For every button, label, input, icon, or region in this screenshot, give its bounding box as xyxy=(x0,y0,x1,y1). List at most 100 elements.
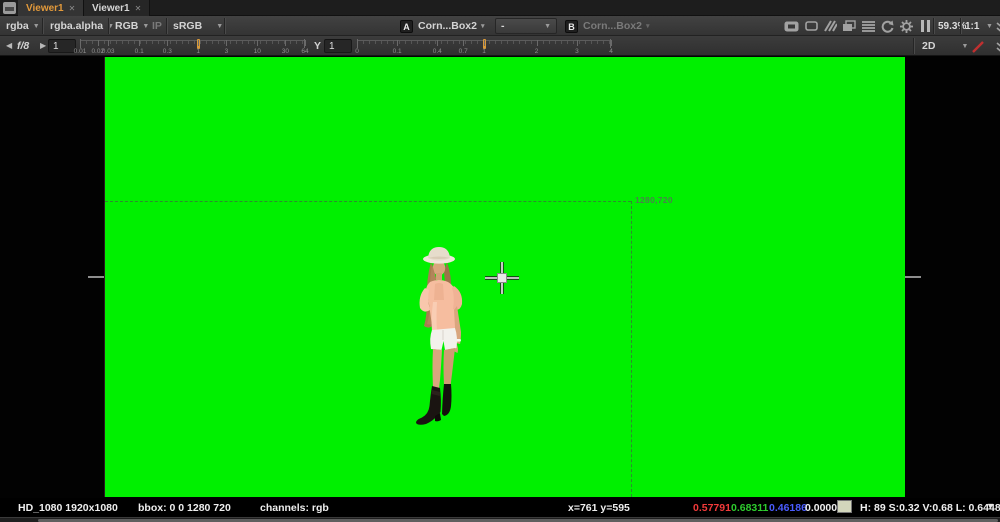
a-input-value: Corn...Box2 xyxy=(418,20,477,32)
viewer-viewport[interactable]: 1280,720 xyxy=(0,56,1000,498)
viewer-lut-value: sRGB xyxy=(173,20,202,32)
tab-close-icon[interactable]: ✕ xyxy=(135,4,142,13)
slider-tick-label: 4 xyxy=(609,48,613,55)
channels-dropdown[interactable]: rgba▼ xyxy=(6,16,40,36)
slider-major-tick xyxy=(139,40,140,46)
proxy-stripes-icon[interactable] xyxy=(822,19,838,33)
bbox-info: bbox: 0 0 1280 720 xyxy=(138,502,231,514)
viewer-lut-dropdown[interactable]: sRGB▼ xyxy=(173,16,223,36)
separator xyxy=(960,18,961,34)
gamma-input[interactable]: 1 xyxy=(324,39,352,53)
layer-dropdown[interactable]: rgba.alpha▼ xyxy=(50,16,114,36)
slider-tick-label: 64 xyxy=(301,48,308,55)
slider-tick-label: 0.1 xyxy=(135,48,144,55)
refresh-icon[interactable] xyxy=(879,19,895,33)
slider-major-tick xyxy=(108,40,109,46)
frame-handle-left[interactable] xyxy=(88,276,104,278)
display-channels-value: RGB xyxy=(115,20,138,32)
channels-info: channels: rgb xyxy=(260,502,329,514)
gain-input[interactable]: 1 xyxy=(48,39,76,53)
gamma-tick-labels: 00.10.40.71234 xyxy=(357,39,611,56)
stacked-frames-icon[interactable] xyxy=(841,19,857,33)
collapse-chevrons-icon[interactable] xyxy=(992,20,1000,34)
scanlines-icon[interactable] xyxy=(860,19,876,33)
a-input-badge: A xyxy=(400,20,413,33)
slider-major-tick xyxy=(226,40,227,46)
separator xyxy=(913,38,914,54)
slider-major-tick xyxy=(577,40,578,46)
chevron-down-icon: ▼ xyxy=(961,43,968,50)
pixel-value-blue: 0.46186 xyxy=(769,502,807,514)
color-swatch xyxy=(837,500,852,513)
gain-tick-labels: 0.010.020.030.10.313103064 xyxy=(80,39,305,56)
frame-handle-right[interactable] xyxy=(905,276,921,278)
panel-menu-icon[interactable] xyxy=(3,2,16,14)
ab-blend-value: - xyxy=(501,20,505,32)
slider-tick-label: 10 xyxy=(254,48,261,55)
crosshair-cursor xyxy=(485,262,519,294)
slider-major-tick xyxy=(537,40,538,46)
a-input-dropdown[interactable]: Corn...Box2▾ xyxy=(418,16,484,36)
nuke-viewer-window: Viewer1 ✕ Viewer1 ✕ rgba▼ rgba.alpha▼ RG… xyxy=(0,0,1000,522)
gamma-slider[interactable]: 00.10.40.71234 xyxy=(357,39,611,56)
gear-icon[interactable] xyxy=(898,19,914,33)
roi-stroke-icon[interactable] xyxy=(970,40,986,54)
slider-tick-label: 2 xyxy=(535,48,539,55)
pause-icon[interactable] xyxy=(917,19,933,33)
collapse-chevrons-icon[interactable] xyxy=(992,40,1000,54)
slider-major-tick xyxy=(437,40,438,46)
separator xyxy=(42,18,43,34)
tab-close-icon[interactable]: ✕ xyxy=(69,4,76,13)
status-bar: HD_1080 1920x1080 bbox: 0 0 1280 720 cha… xyxy=(0,498,1000,517)
bbox-top-dashed-line xyxy=(105,201,631,202)
display-channels-dropdown[interactable]: RGB ▼ xyxy=(115,16,149,36)
slider-tick-label: 0 xyxy=(355,48,359,55)
pixel-value-red: 0.57791 xyxy=(693,502,731,514)
pixel-ratio-value: 1:1 xyxy=(965,21,979,32)
image-canvas-greenscreen[interactable]: 1280,720 xyxy=(104,57,905,497)
fstop-label[interactable]: f/8 xyxy=(17,36,29,56)
channels-value: rgba xyxy=(6,20,29,32)
view-mode-dropdown[interactable]: 2D▼ xyxy=(922,36,968,56)
ip-label: IP xyxy=(152,20,162,32)
tab-label: Viewer1 xyxy=(26,3,64,14)
slider-major-tick xyxy=(611,40,612,46)
bbox-corner-label: 1280,720 xyxy=(635,195,673,205)
b-input-dropdown[interactable]: Corn...Box2▾ xyxy=(583,16,649,36)
slider-major-tick xyxy=(484,40,485,46)
chevron-down-icon: ▾ xyxy=(646,22,650,30)
pixel-value-green: 0.68311 xyxy=(731,502,768,514)
statusbar-chevron-icon[interactable]: ▼ xyxy=(986,501,995,511)
slider-major-tick xyxy=(257,40,258,46)
slider-major-tick xyxy=(397,40,398,46)
bottom-strip xyxy=(0,517,1000,522)
slider-tick-label: 3 xyxy=(575,48,579,55)
slider-tick-label: 3 xyxy=(225,48,229,55)
slider-major-tick xyxy=(305,40,306,46)
input-process-toggle[interactable]: IP xyxy=(152,16,162,36)
slider-major-tick xyxy=(98,40,99,46)
zoom-level[interactable]: 59.3% xyxy=(938,19,966,33)
pixel-ratio-dropdown[interactable]: 1:1 xyxy=(965,19,979,33)
slider-tick-label: 1 xyxy=(196,48,200,55)
keyed-actress-figure xyxy=(402,240,478,436)
slider-major-tick xyxy=(80,40,81,46)
monitor-outline-icon[interactable] xyxy=(803,19,819,33)
tab-viewer1-active[interactable]: Viewer1 ✕ xyxy=(18,0,84,16)
slider-major-tick xyxy=(198,40,199,46)
prev-button[interactable]: ◀ xyxy=(6,41,12,50)
tab-viewer1-inactive[interactable]: Viewer1 ✕ xyxy=(84,0,150,16)
bbox-right-dashed-line xyxy=(631,201,632,497)
slider-major-tick xyxy=(167,40,168,46)
slider-tick-label: 0.7 xyxy=(459,48,468,55)
monitor-fill-icon[interactable] xyxy=(783,19,799,33)
slider-tick-label: 0.3 xyxy=(163,48,172,55)
slider-tick-label: 0.4 xyxy=(433,48,442,55)
gamma-y-label: Y xyxy=(314,36,321,56)
slider-major-tick xyxy=(285,40,286,46)
chevron-down-icon: ▼ xyxy=(142,23,149,30)
gain-slider[interactable]: 0.010.020.030.10.313103064 xyxy=(80,39,305,56)
ab-blend-dropdown[interactable]: - ▼ xyxy=(495,18,557,34)
slider-tick-label: 30 xyxy=(282,48,289,55)
next-button[interactable]: ▶ xyxy=(40,41,46,50)
